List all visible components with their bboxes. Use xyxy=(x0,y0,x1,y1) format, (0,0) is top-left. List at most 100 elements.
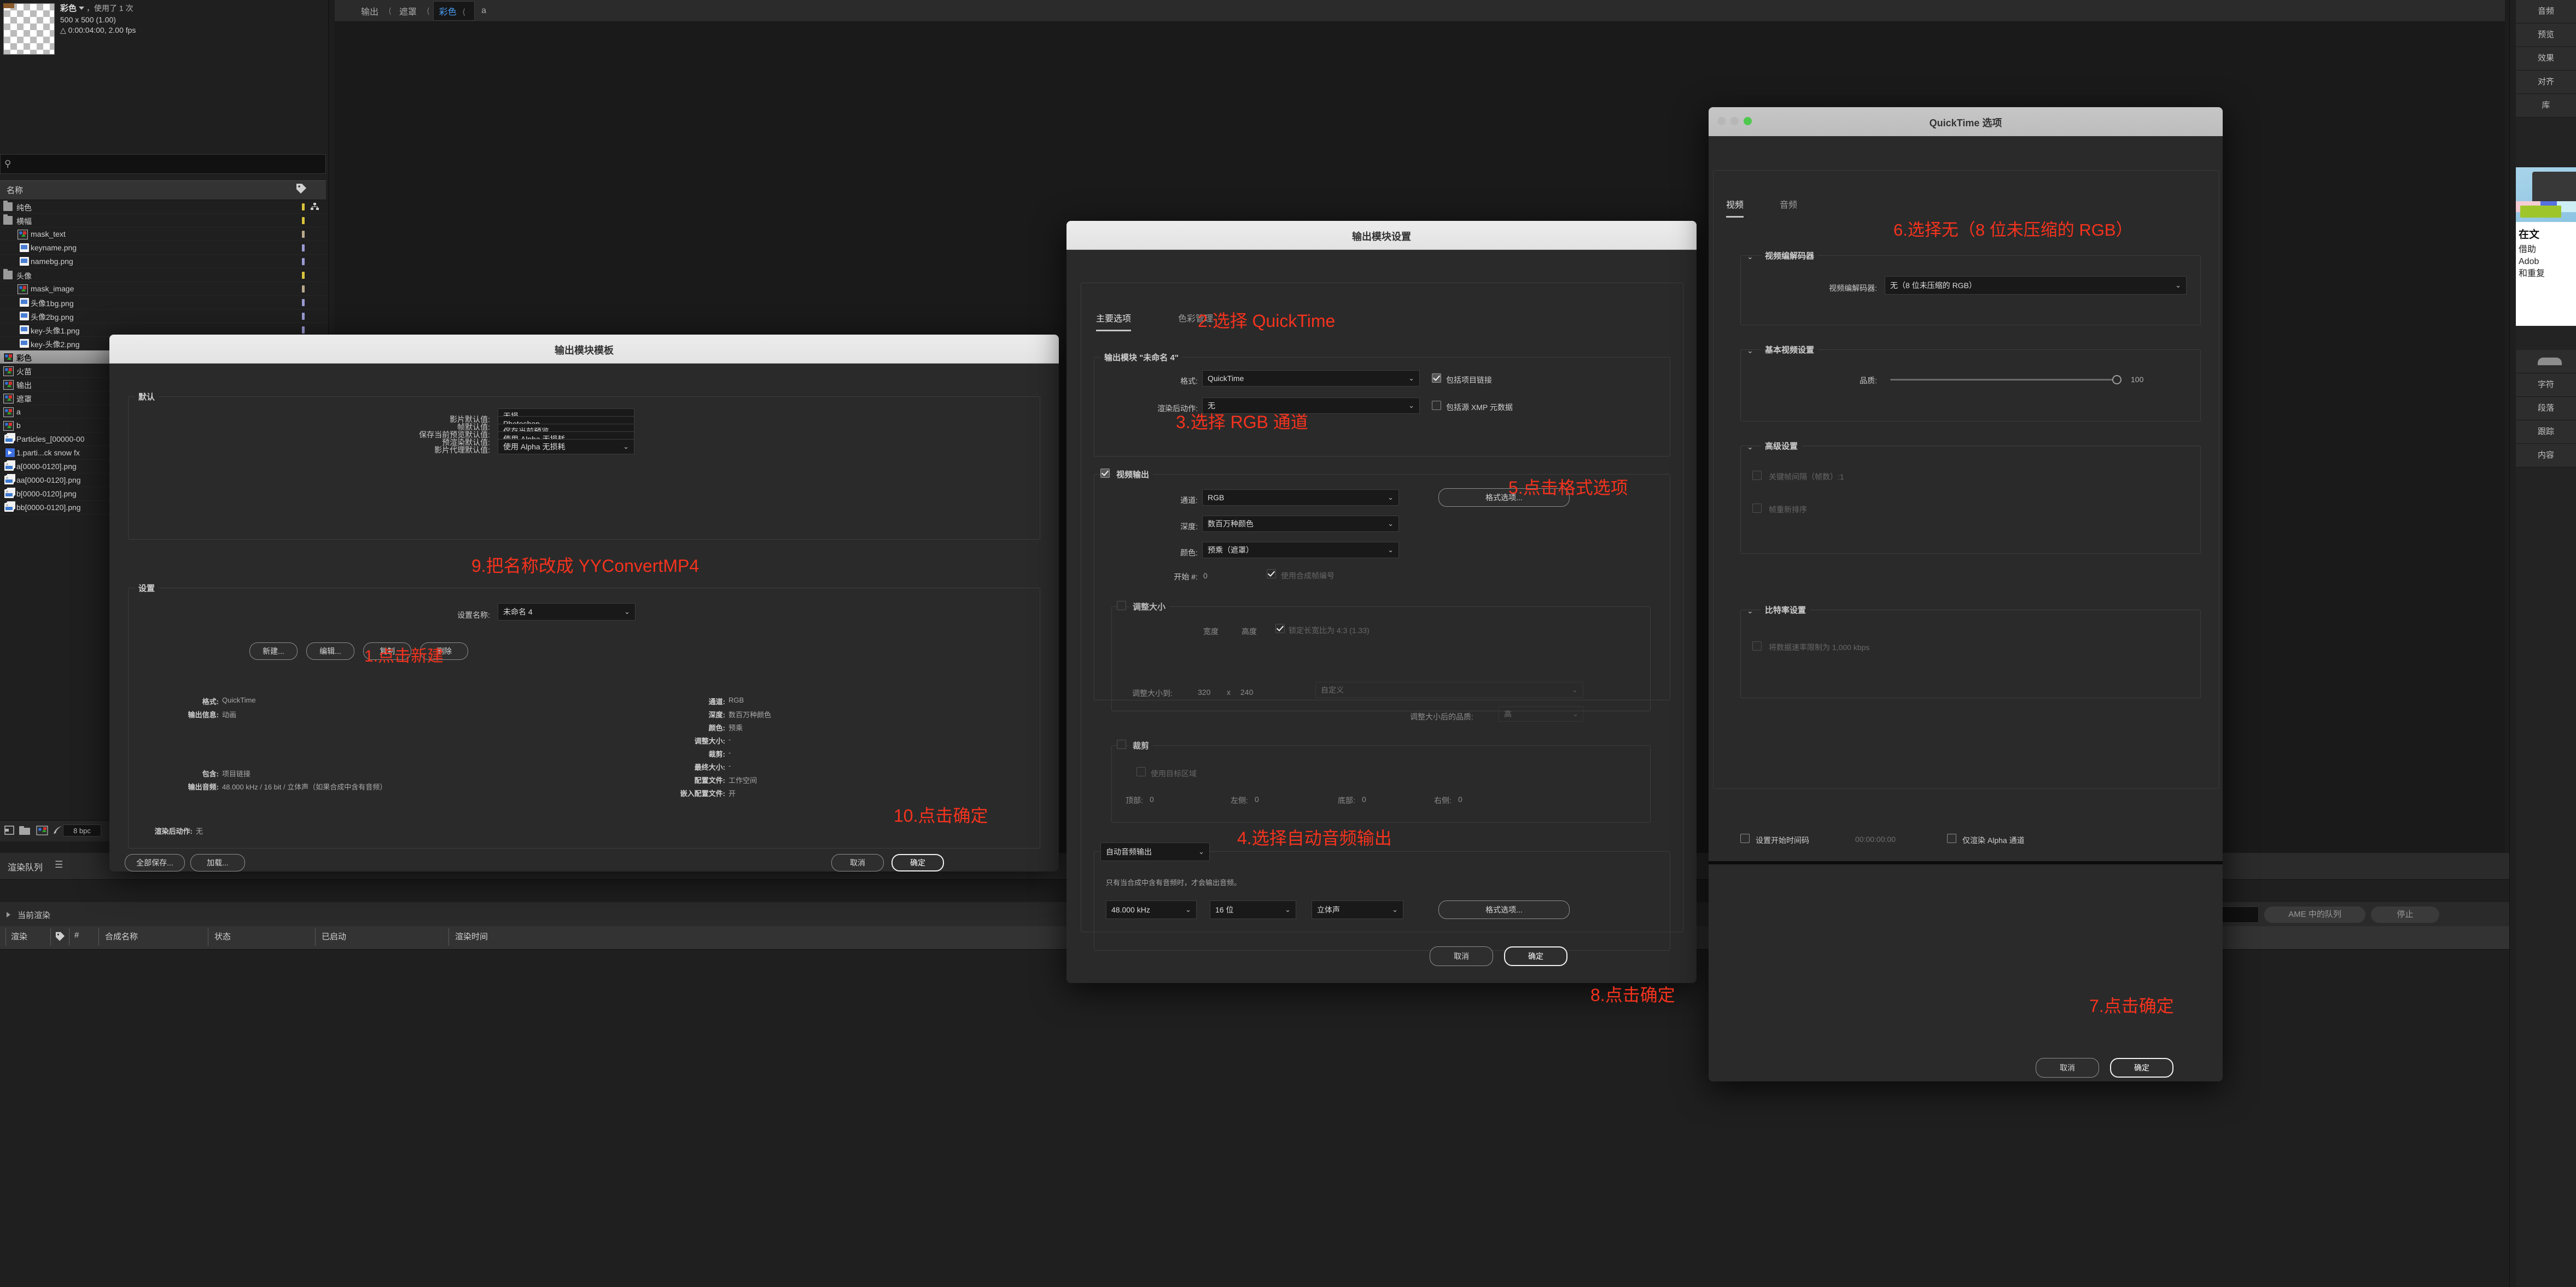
chevron-down-icon[interactable] xyxy=(79,7,84,10)
frame-reorder-checkbox[interactable] xyxy=(1752,504,1762,513)
project-list-item[interactable]: mask_image xyxy=(0,282,326,296)
tab-video[interactable]: 视频 xyxy=(1726,197,1744,210)
tab-main-options[interactable]: 主要选项 xyxy=(1096,311,1131,324)
rail-item-audio[interactable]: 音频 xyxy=(2516,0,2576,24)
project-settings-icon[interactable] xyxy=(4,826,14,838)
render-queue-menu-icon[interactable]: ☰ xyxy=(55,859,63,870)
format-select[interactable]: QuickTime⌄ xyxy=(1202,370,1420,387)
keyframe-interval-checkbox[interactable] xyxy=(1752,471,1762,480)
audio-rate-select[interactable]: 48.000 kHz⌄ xyxy=(1106,900,1197,919)
label-color-chip[interactable] xyxy=(302,258,305,265)
limit-data-rate-checkbox[interactable] xyxy=(1752,641,1762,651)
rq-col-number[interactable]: # xyxy=(74,931,79,940)
project-list-item[interactable]: namebg.png xyxy=(0,255,326,268)
ok-button[interactable]: 确定 xyxy=(2110,1058,2173,1078)
use-target-region-checkbox[interactable] xyxy=(1137,767,1146,776)
project-list-item[interactable]: 横幅 xyxy=(0,214,326,227)
edit-button[interactable]: 编辑... xyxy=(306,642,354,660)
rq-col-render[interactable]: 渲染 xyxy=(11,931,27,942)
promo-card[interactable]: 在文 借助 Adob 和重复 xyxy=(2516,167,2576,326)
rail-item-align[interactable]: 对齐 xyxy=(2516,71,2576,94)
color-select[interactable]: 预乘（遮罩）⌄ xyxy=(1202,542,1399,558)
rq-col-render-time[interactable]: 渲染时间 xyxy=(455,931,488,942)
crop-left-value[interactable]: 0 xyxy=(1255,795,1259,804)
project-list-item[interactable]: keyname.png xyxy=(0,241,326,255)
label-color-chip[interactable] xyxy=(302,313,305,320)
label-color-chip[interactable] xyxy=(302,299,305,306)
project-list-item[interactable]: 纯色 xyxy=(0,200,326,214)
rq-col-status[interactable]: 状态 xyxy=(214,931,231,942)
video-output-checkbox[interactable] xyxy=(1100,469,1110,478)
audio-bits-select[interactable]: 16 位⌄ xyxy=(1210,900,1296,919)
crop-right-value[interactable]: 0 xyxy=(1458,795,1462,804)
chevron-down-icon[interactable]: ⌄ xyxy=(1747,346,1753,355)
include-xmp-checkbox[interactable] xyxy=(1432,401,1441,410)
ok-button[interactable]: 确定 xyxy=(891,854,944,871)
rail-item-library[interactable]: 库 xyxy=(2516,94,2576,118)
rail-item-preview[interactable]: 预览 xyxy=(2516,24,2576,47)
crop-bottom-value[interactable]: 0 xyxy=(1362,795,1366,804)
lock-aspect-checkbox[interactable] xyxy=(1275,624,1285,633)
cancel-button[interactable]: 取消 xyxy=(831,854,884,871)
tag-icon[interactable] xyxy=(295,183,307,196)
bit-depth-button[interactable]: 8 bpc xyxy=(63,824,101,836)
chevron-down-icon[interactable]: ⌄ xyxy=(1747,606,1753,616)
dialog-titlebar[interactable]: QuickTime 选项 xyxy=(1709,107,2223,136)
stop-button[interactable]: 停止 xyxy=(2371,906,2439,923)
ok-button[interactable]: 确定 xyxy=(1504,946,1567,966)
rq-col-started[interactable]: 已启动 xyxy=(322,931,346,942)
start-timecode-value[interactable]: 00:00:00:00 xyxy=(1855,835,1896,844)
audio-output-mode-select[interactable]: 自动音频输出⌄ xyxy=(1100,843,1210,861)
label-color-chip[interactable] xyxy=(302,326,305,334)
rail-item-paragraph[interactable]: 段落 xyxy=(2516,397,2576,420)
quality-slider-track[interactable] xyxy=(1890,379,2115,381)
load-button[interactable]: 加载... xyxy=(190,854,245,871)
expand-triangle-icon[interactable] xyxy=(7,912,10,917)
tab-audio[interactable]: 音频 xyxy=(1780,197,1797,210)
alpha-only-checkbox[interactable] xyxy=(1947,834,1956,843)
tag-icon[interactable] xyxy=(55,931,66,944)
audio-format-options-button[interactable]: 格式选项... xyxy=(1438,900,1570,919)
crop-top-value[interactable]: 0 xyxy=(1150,795,1154,804)
render-queue-title[interactable]: 渲染队列 xyxy=(8,860,43,873)
resize-checkbox[interactable] xyxy=(1117,601,1126,610)
resize-to-width[interactable]: 320 xyxy=(1198,688,1210,697)
settings-name-select[interactable]: 未命名 4⌄ xyxy=(498,603,636,621)
comp-tab-3[interactable]: a xyxy=(477,4,491,18)
project-list-item[interactable]: 头像1bg.png xyxy=(0,296,326,309)
depth-select[interactable]: 数百万种颜色⌄ xyxy=(1202,516,1399,532)
search-icon[interactable]: ⚲ xyxy=(4,159,11,169)
resize-preset-select[interactable]: 自定义⌄ xyxy=(1315,682,1583,698)
codec-select[interactable]: 无（8 位未压缩的 RGB）⌄ xyxy=(1885,276,2187,295)
start-number-value[interactable]: 0 xyxy=(1203,571,1208,580)
rail-cloud-item[interactable] xyxy=(2516,350,2576,373)
dialog-titlebar[interactable]: 输出模块模板 xyxy=(109,335,1059,364)
comp-tab-2-active[interactable]: 彩色 ⟨ xyxy=(433,1,475,21)
resize-quality-select[interactable]: 高⌄ xyxy=(1499,706,1584,722)
project-list-item[interactable]: 头像 xyxy=(0,268,326,282)
label-color-chip[interactable] xyxy=(302,203,305,210)
comp-tab-1[interactable]: 遮罩 xyxy=(395,2,421,20)
crop-checkbox[interactable] xyxy=(1117,740,1126,749)
rail-item-content[interactable]: 内容 xyxy=(2516,444,2576,467)
dialog-titlebar[interactable]: 输出模块设置 xyxy=(1066,221,1697,250)
label-color-chip[interactable] xyxy=(302,231,305,238)
cancel-button[interactable]: 取消 xyxy=(1430,946,1493,966)
audio-channels-select[interactable]: 立体声⌄ xyxy=(1312,900,1403,919)
label-color-chip[interactable] xyxy=(302,217,305,224)
start-timecode-checkbox[interactable] xyxy=(1740,834,1750,843)
label-color-chip[interactable] xyxy=(302,272,305,279)
chevron-down-icon[interactable]: ⌄ xyxy=(1747,252,1753,261)
quality-slider-knob[interactable] xyxy=(2112,375,2122,384)
project-search-input[interactable] xyxy=(0,154,326,174)
resize-to-height[interactable]: 240 xyxy=(1240,688,1253,697)
movie-proxy-default-select[interactable]: 使用 Alpha 无损耗⌄ xyxy=(498,439,634,454)
rocket-icon[interactable] xyxy=(53,826,63,838)
new-button[interactable]: 新建... xyxy=(249,642,298,660)
project-column-name[interactable]: 名称 xyxy=(7,184,23,196)
channel-select[interactable]: RGB⌄ xyxy=(1202,489,1399,506)
use-comp-frame-numbers-checkbox[interactable] xyxy=(1267,569,1276,578)
include-project-link-checkbox[interactable] xyxy=(1432,373,1441,383)
project-list-item[interactable]: mask_text xyxy=(0,227,326,241)
rail-item-character[interactable]: 字符 xyxy=(2516,373,2576,397)
